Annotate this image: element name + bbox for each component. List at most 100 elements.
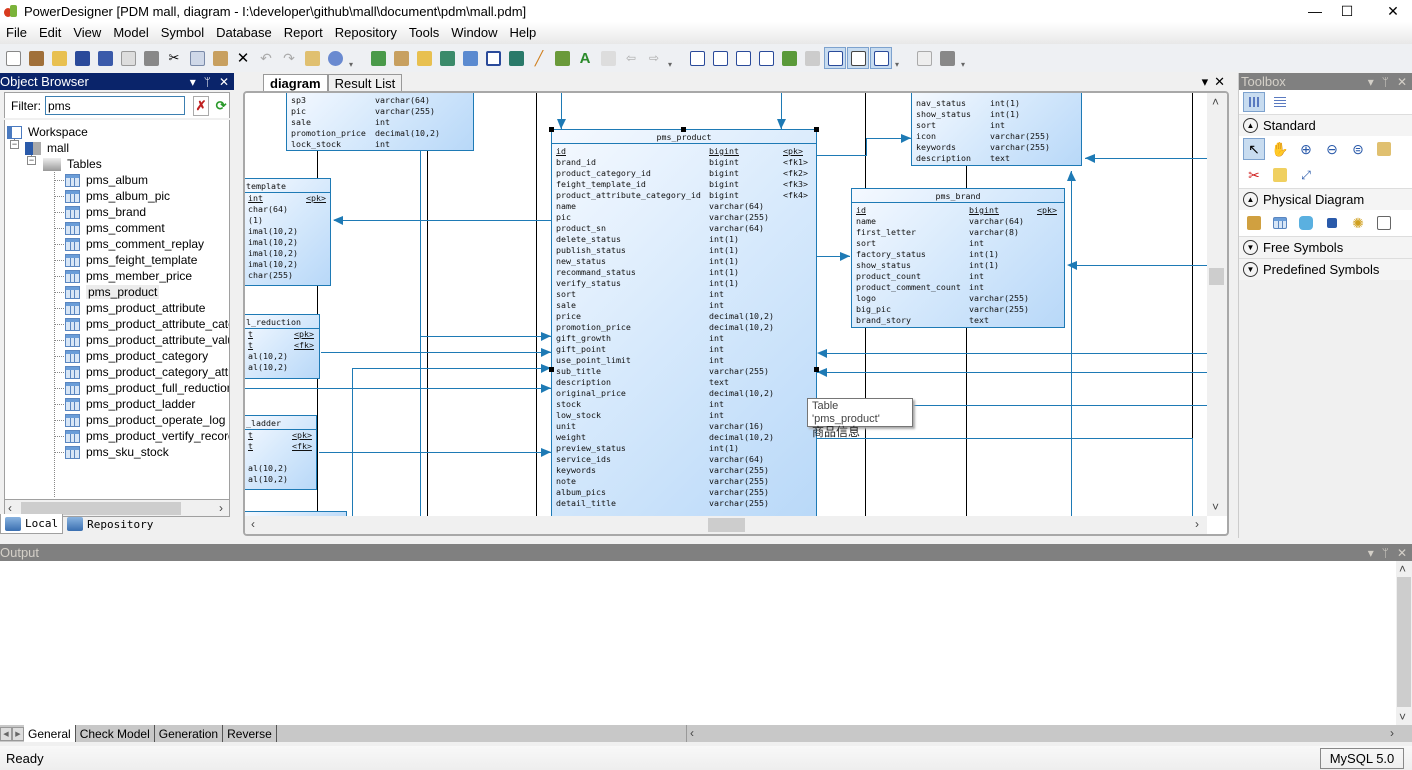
- entity-column-row[interactable]: gift_growth int: [552, 333, 816, 344]
- open-icon[interactable]: [48, 47, 70, 69]
- scroll-right-icon[interactable]: ›: [1195, 517, 1199, 531]
- object-browser-toggle-icon[interactable]: [824, 47, 846, 69]
- tab-reverse[interactable]: Reverse: [223, 725, 277, 742]
- save-icon[interactable]: [71, 47, 93, 69]
- panel-menu-icon[interactable]: ▾: [1368, 75, 1374, 89]
- entity-column-row[interactable]: promotion_price decimal(10,2): [552, 322, 816, 333]
- back-icon[interactable]: ⇦: [620, 47, 642, 69]
- find-icon[interactable]: [413, 47, 435, 69]
- document-close-icon[interactable]: ✕: [1214, 74, 1225, 90]
- entity-column-row[interactable]: keywords varchar(255): [552, 465, 816, 476]
- tree-item-table[interactable]: pms_product_attribute: [65, 300, 205, 316]
- entity-column-row[interactable]: product_count int: [852, 271, 1064, 282]
- menu-report[interactable]: Report: [278, 22, 329, 44]
- filter-input[interactable]: [45, 96, 185, 115]
- entity-pms-product[interactable]: pms_product id bigint <pk> brand_id bigint <f…: [551, 129, 817, 516]
- entity-column-row[interactable]: pic varchar(255): [552, 212, 816, 223]
- collapse-mall-icon[interactable]: −: [10, 140, 19, 149]
- tree-item-tables-folder[interactable]: Tables: [41, 156, 102, 172]
- entity-column-row[interactable]: original_price decimal(10,2): [552, 388, 816, 399]
- copy-icon[interactable]: [186, 47, 208, 69]
- zoom-in-tool-icon[interactable]: ⊕: [1295, 138, 1317, 160]
- diagram-view-icon-5[interactable]: [778, 47, 800, 69]
- entity-column-row[interactable]: publish_status int(1): [552, 245, 816, 256]
- tab-scroll-left-icon[interactable]: ◀: [0, 726, 12, 741]
- entity-column-row[interactable]: name varchar(64): [852, 216, 1064, 227]
- preview-icon[interactable]: [913, 47, 935, 69]
- scroll-thumb[interactable]: [1397, 577, 1411, 707]
- entity-column-row[interactable]: t <pk>: [245, 329, 319, 340]
- large-icons-view-icon[interactable]: [1243, 92, 1265, 112]
- print-diagram-icon[interactable]: [936, 47, 958, 69]
- entity-column-row[interactable]: char(255): [245, 270, 330, 281]
- panel-menu-icon[interactable]: ▾: [1368, 546, 1374, 560]
- tree-item-table[interactable]: pms_product_full_reduction: [65, 380, 229, 396]
- delete-icon[interactable]: ✕: [232, 47, 254, 69]
- print-icon[interactable]: [140, 47, 162, 69]
- tree-item-table[interactable]: pms_member_price: [65, 268, 192, 284]
- entity-column-row[interactable]: al(10,2): [245, 351, 319, 362]
- tree-item-table[interactable]: pms_sku_stock: [65, 444, 169, 460]
- entity-column-row[interactable]: description text: [552, 377, 816, 388]
- menu-tools[interactable]: Tools: [403, 22, 445, 44]
- reference-connector[interactable]: [352, 368, 551, 369]
- menu-repository[interactable]: Repository: [329, 22, 403, 44]
- entity-column-row[interactable]: name varchar(64): [552, 201, 816, 212]
- entity-column-row[interactable]: album_pics varchar(255): [552, 487, 816, 498]
- format-icon[interactable]: [597, 47, 619, 69]
- entity-column-row[interactable]: al(10,2): [245, 362, 319, 373]
- entity-column-row[interactable]: product_comment_count int: [852, 282, 1064, 293]
- properties-icon[interactable]: [301, 47, 323, 69]
- tree-item-model[interactable]: mall: [23, 140, 69, 156]
- table-tool-icon[interactable]: [1269, 212, 1291, 234]
- menu-database[interactable]: Database: [210, 22, 278, 44]
- selection-handle[interactable]: [814, 127, 819, 132]
- collapse-tables-icon[interactable]: −: [27, 156, 36, 165]
- toolbar-overflow-icon[interactable]: ▾: [893, 47, 901, 69]
- tree-item-table[interactable]: pms_product_category: [65, 348, 208, 364]
- grabber-tool-icon[interactable]: ✋: [1269, 138, 1291, 160]
- diagram-view-icon-6[interactable]: [801, 47, 823, 69]
- close-button[interactable]: ✕: [1370, 0, 1412, 22]
- reference-connector[interactable]: [816, 155, 866, 156]
- output-toggle-icon[interactable]: [847, 47, 869, 69]
- entity-column-row[interactable]: product_sn varchar(64): [552, 223, 816, 234]
- entity-column-row[interactable]: t <fk>: [245, 441, 316, 452]
- pointer-tool-icon[interactable]: ↖: [1243, 138, 1265, 160]
- panel-menu-icon[interactable]: ▾: [190, 75, 196, 89]
- pin-icon[interactable]: ᛘ: [1382, 75, 1389, 89]
- toolbar-overflow-icon[interactable]: ▾: [347, 47, 355, 69]
- reference-connector[interactable]: [822, 353, 1207, 354]
- entity-column-row[interactable]: sale int: [287, 117, 473, 128]
- panel-close-icon[interactable]: ✕: [219, 75, 229, 89]
- diagram-view-icon-1[interactable]: [686, 47, 708, 69]
- tab-diagram[interactable]: diagram: [263, 74, 328, 91]
- tab-check-model[interactable]: Check Model: [76, 725, 155, 742]
- entity-column-row[interactable]: new_status int(1): [552, 256, 816, 267]
- entity-column-row[interactable]: feight_template_id bigint <fk3>: [552, 179, 816, 190]
- entity-column-row[interactable]: sort int: [912, 120, 1081, 131]
- menu-view[interactable]: View: [67, 22, 107, 44]
- reference-line[interactable]: [317, 93, 318, 516]
- new-project-icon[interactable]: [25, 47, 47, 69]
- entity-column-row[interactable]: big_pic varchar(255): [852, 304, 1064, 315]
- entity-column-row[interactable]: preview_status int(1): [552, 443, 816, 454]
- entity-column-row[interactable]: pic varchar(255): [287, 106, 473, 117]
- print-preview-icon[interactable]: [117, 47, 139, 69]
- entity-column-row[interactable]: promotion_price decimal(10,2): [287, 128, 473, 139]
- entity-column-row[interactable]: sp3 varchar(64): [287, 95, 473, 106]
- forward-icon[interactable]: ⇨: [643, 47, 665, 69]
- new-model-icon[interactable]: [367, 47, 389, 69]
- entity-column-row[interactable]: nav_status int(1): [912, 98, 1081, 109]
- maximize-button[interactable]: ☐: [1324, 0, 1370, 22]
- reference-connector[interactable]: [1071, 171, 1072, 516]
- scroll-up-icon[interactable]: ˄: [1212, 95, 1219, 109]
- reference-connector[interactable]: [334, 220, 551, 221]
- refresh-filter-icon[interactable]: ⟳: [213, 96, 229, 116]
- reference-connector[interactable]: [420, 336, 551, 337]
- scroll-down-icon[interactable]: ˅: [1399, 710, 1406, 724]
- entity-column-row[interactable]: lock_stock int: [287, 139, 473, 150]
- entity-column-row[interactable]: note varchar(255): [552, 476, 816, 487]
- entity-column-row[interactable]: logo varchar(255): [852, 293, 1064, 304]
- pin-icon[interactable]: ᛘ: [1382, 546, 1389, 560]
